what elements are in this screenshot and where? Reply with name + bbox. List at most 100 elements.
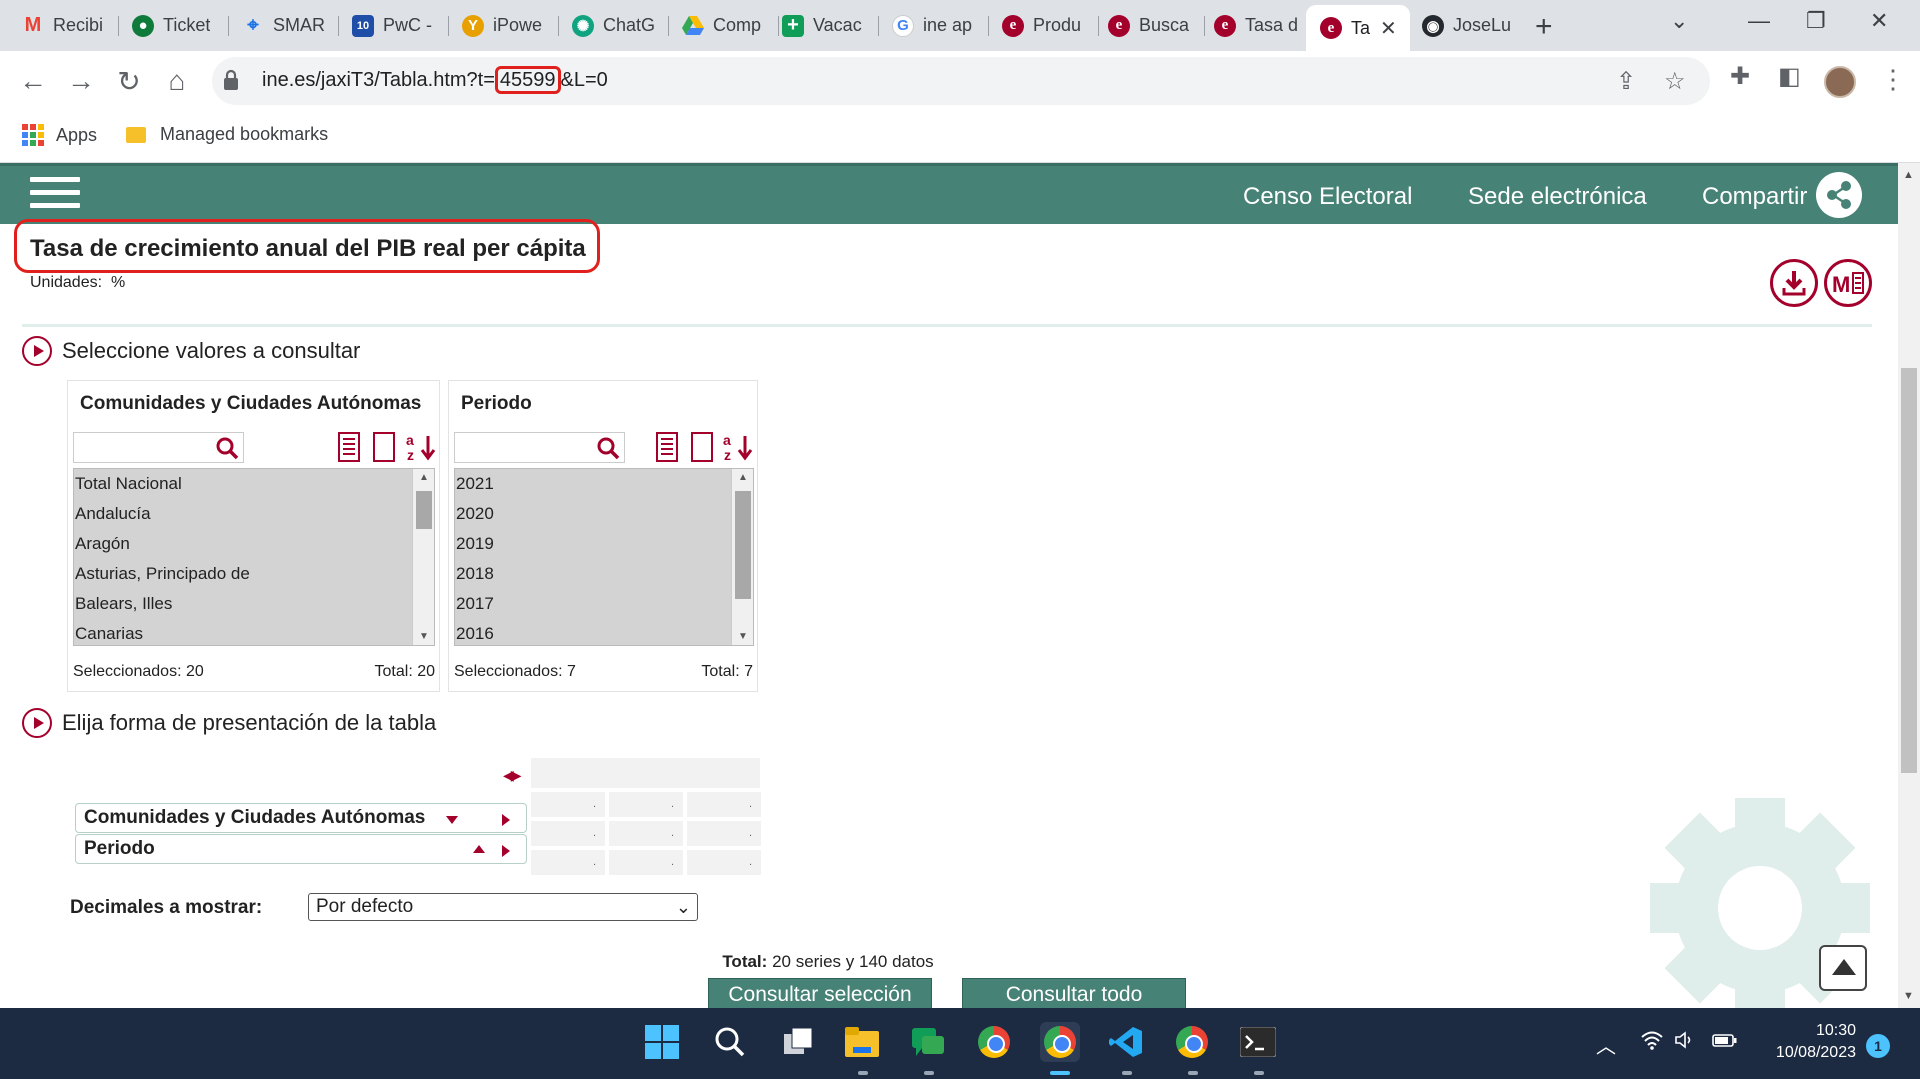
- file-explorer-icon[interactable]: [842, 1022, 882, 1062]
- list-item[interactable]: 2019: [455, 529, 753, 559]
- tab-chatgpt[interactable]: ✺ ChatG: [564, 9, 660, 42]
- sort-az-icon[interactable]: az: [406, 432, 436, 462]
- lock-icon[interactable]: [222, 69, 240, 91]
- consult-selection-button[interactable]: Consultar selección: [708, 978, 932, 1008]
- move-right-icon[interactable]: [502, 845, 510, 857]
- system-clock[interactable]: 10:30 10/08/2023: [1752, 1020, 1856, 1064]
- list-scrollbar[interactable]: ▲ ▼: [731, 469, 753, 645]
- search-icon[interactable]: [215, 436, 239, 460]
- tab-github[interactable]: ◉ JoseLu: [1414, 9, 1514, 42]
- search-icon[interactable]: [710, 1022, 750, 1062]
- wifi-icon[interactable]: [1640, 1030, 1664, 1056]
- decimals-select[interactable]: Por defecto ⌄: [308, 893, 698, 921]
- list-item[interactable]: Asturias, Principado de: [74, 559, 434, 589]
- consult-all-button[interactable]: Consultar todo: [962, 978, 1186, 1008]
- section-table-layout[interactable]: Elija forma de presentación de la tabla: [22, 708, 436, 738]
- close-window-icon[interactable]: ✕: [1870, 8, 1888, 34]
- move-right-icon[interactable]: [502, 814, 510, 826]
- page-scrollbar[interactable]: ▲ ▼: [1898, 163, 1920, 1008]
- regions-search-input[interactable]: [73, 432, 244, 463]
- list-item[interactable]: 2020: [455, 499, 753, 529]
- tab-drive[interactable]: Comp: [674, 9, 770, 42]
- move-down-icon[interactable]: [446, 816, 458, 824]
- tab-ine-busca[interactable]: e Busca: [1100, 9, 1196, 42]
- address-bar[interactable]: ine.es/jaxiT3/Tabla.htm?t= 45599 &L=0 ⇪ ☆: [212, 57, 1710, 105]
- metadata-icon[interactable]: M: [1824, 259, 1872, 307]
- search-icon[interactable]: [596, 436, 620, 460]
- select-all-icon[interactable]: [338, 432, 360, 462]
- scroll-thumb[interactable]: [416, 491, 432, 529]
- side-panel-icon[interactable]: ◧: [1778, 62, 1801, 91]
- extensions-puzzle-icon[interactable]: ✚: [1730, 62, 1750, 91]
- tab-smar[interactable]: ⌖ SMAR: [234, 9, 330, 42]
- tab-ine-tasa[interactable]: e Tasa d: [1206, 9, 1302, 42]
- bookmark-star-icon[interactable]: ☆: [1664, 67, 1686, 96]
- link-compartir[interactable]: Compartir: [1702, 183, 1807, 211]
- select-all-icon[interactable]: [656, 432, 678, 462]
- scroll-up-icon[interactable]: ▲: [1903, 169, 1914, 181]
- tab-ipower[interactable]: Y iPowe: [454, 9, 550, 42]
- chrome-active-icon[interactable]: [1040, 1022, 1080, 1062]
- list-item[interactable]: Balears, Illes: [74, 589, 434, 619]
- swap-axes-arrows-icon[interactable]: ◀▶: [503, 767, 521, 784]
- sort-az-icon[interactable]: az: [723, 432, 753, 462]
- list-item[interactable]: 2016: [455, 619, 753, 645]
- terminal-icon[interactable]: [1238, 1022, 1278, 1062]
- download-icon[interactable]: [1770, 259, 1818, 307]
- chrome-profile-icon[interactable]: [1172, 1022, 1212, 1062]
- section-select-values[interactable]: Seleccione valores a consultar: [22, 336, 360, 366]
- tab-gmail[interactable]: M Recibi: [14, 9, 110, 42]
- tab-search-chevron-icon[interactable]: ⌄: [1670, 8, 1688, 34]
- tab-ticket[interactable]: ● Ticket: [124, 9, 220, 42]
- scroll-thumb[interactable]: [735, 491, 751, 599]
- list-item[interactable]: 2018: [455, 559, 753, 589]
- period-search-input[interactable]: [454, 432, 625, 463]
- show-hidden-icons-chevron-icon[interactable]: ︿: [1596, 1030, 1616, 1059]
- browser-menu-icon[interactable]: ⋮: [1880, 64, 1906, 95]
- scroll-down-icon[interactable]: ▼: [419, 631, 429, 642]
- volume-icon[interactable]: [1674, 1030, 1696, 1056]
- link-sede-electronica[interactable]: Sede electrónica: [1468, 183, 1647, 211]
- chat-app-icon[interactable]: [908, 1022, 948, 1062]
- deselect-all-icon[interactable]: [691, 432, 713, 462]
- restore-icon[interactable]: ❐: [1806, 8, 1826, 34]
- battery-icon[interactable]: [1712, 1030, 1738, 1056]
- share-icon[interactable]: [1816, 172, 1862, 218]
- scroll-up-icon[interactable]: ▲: [419, 472, 429, 483]
- list-item[interactable]: Aragón: [74, 529, 434, 559]
- profile-avatar[interactable]: [1824, 66, 1856, 98]
- tab-ine-productos[interactable]: e Produ: [994, 9, 1090, 42]
- link-censo-electoral[interactable]: Censo Electoral: [1243, 183, 1412, 211]
- close-tab-icon[interactable]: ✕: [1380, 16, 1397, 41]
- tab-vacaciones[interactable]: + Vacac: [774, 9, 870, 42]
- tab-google-search[interactable]: G ine ap: [884, 9, 984, 42]
- scroll-down-icon[interactable]: ▼: [1903, 990, 1914, 1002]
- list-item[interactable]: Total Nacional: [74, 469, 434, 499]
- hamburger-menu-icon[interactable]: [30, 177, 80, 215]
- row-dimension-regions[interactable]: Comunidades y Ciudades Autónomas: [75, 803, 527, 833]
- list-item[interactable]: Andalucía: [74, 499, 434, 529]
- row-dimension-period[interactable]: Periodo: [75, 834, 527, 864]
- deselect-all-icon[interactable]: [373, 432, 395, 462]
- vscode-icon[interactable]: [1106, 1022, 1146, 1062]
- task-view-icon[interactable]: [778, 1022, 818, 1062]
- url-text[interactable]: ine.es/jaxiT3/Tabla.htm?t= 45599 &L=0: [262, 66, 608, 94]
- tab-pwc[interactable]: 10 PwC -: [344, 9, 440, 42]
- list-item[interactable]: 2021: [455, 469, 753, 499]
- minimize-icon[interactable]: —: [1748, 8, 1770, 34]
- forward-arrow-icon[interactable]: →: [64, 65, 98, 97]
- share-page-icon[interactable]: ⇪: [1616, 67, 1636, 96]
- bookmark-managed[interactable]: Managed bookmarks: [124, 124, 328, 145]
- new-tab-plus-icon[interactable]: +: [1535, 10, 1553, 44]
- list-item[interactable]: Canarias: [74, 619, 434, 645]
- home-icon[interactable]: ⌂: [160, 65, 194, 97]
- move-up-icon[interactable]: [473, 845, 485, 853]
- bookmark-apps[interactable]: Apps: [22, 124, 97, 146]
- page-scroll-thumb[interactable]: [1901, 368, 1917, 773]
- chrome-icon[interactable]: [974, 1022, 1014, 1062]
- regions-listbox[interactable]: Total Nacional Andalucía Aragón Asturias…: [73, 468, 435, 646]
- scroll-up-icon[interactable]: ▲: [738, 472, 748, 483]
- period-listbox[interactable]: 2021 2020 2019 2018 2017 2016 ▲ ▼: [454, 468, 754, 646]
- list-item[interactable]: 2017: [455, 589, 753, 619]
- tab-active-ine[interactable]: e Ta ✕: [1306, 5, 1410, 51]
